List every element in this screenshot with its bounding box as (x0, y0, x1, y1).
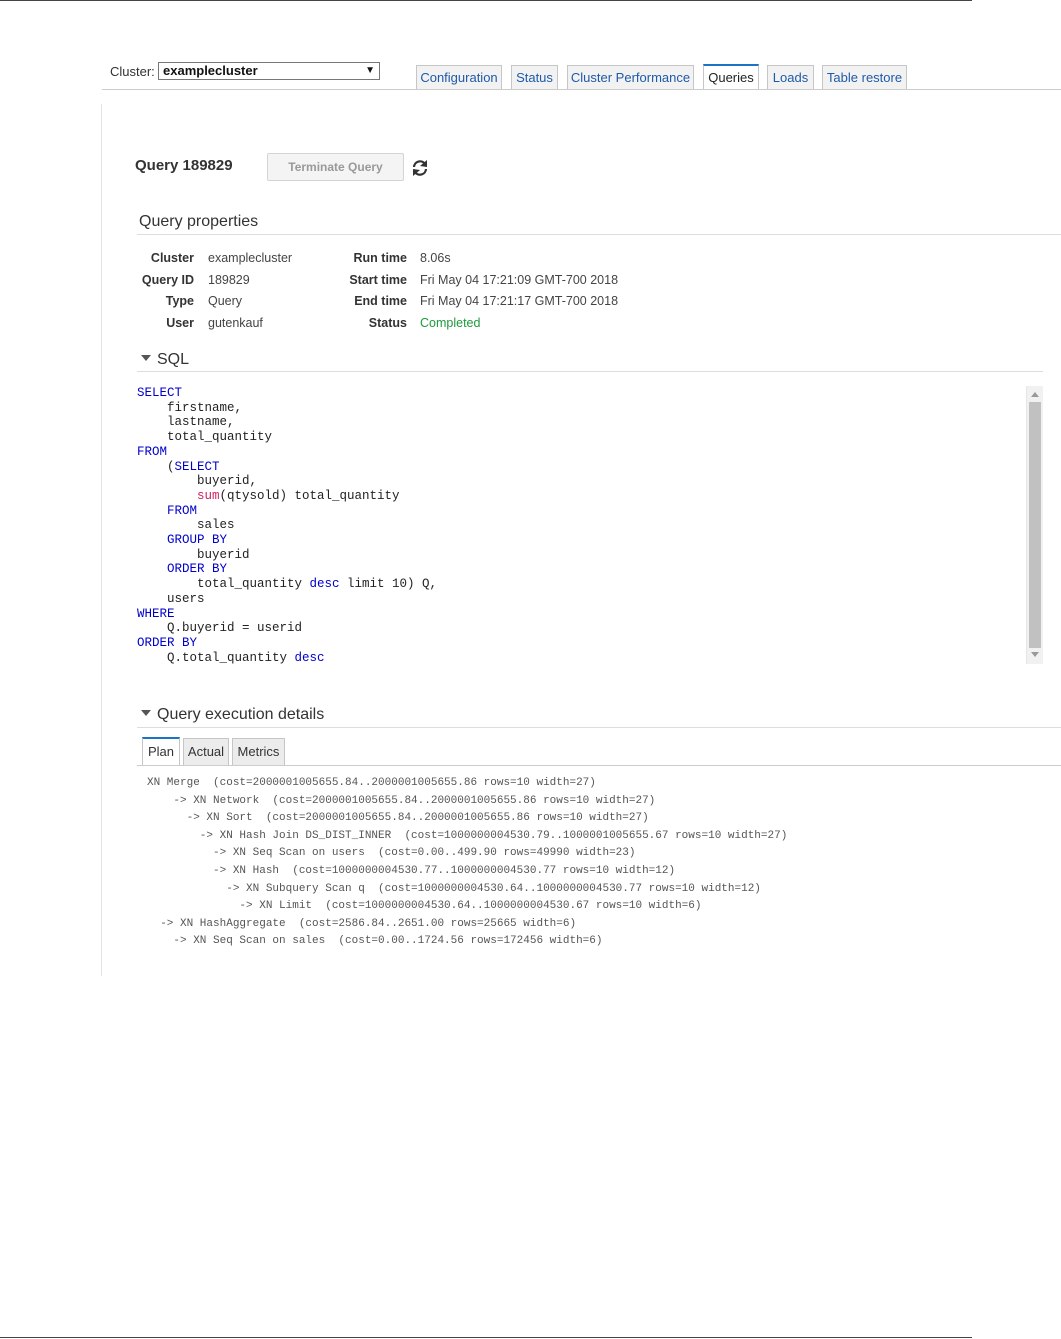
scroll-thumb[interactable] (1029, 402, 1041, 648)
prop-key: Start time (349, 273, 407, 287)
query-properties-rule (137, 234, 1061, 235)
prop-value: gutenkauf (208, 316, 263, 330)
prop-key: End time (354, 294, 407, 308)
status-completed: Completed (420, 316, 481, 330)
execution-section-toggle[interactable]: Query execution details (141, 706, 324, 724)
cluster-label: Cluster: (110, 64, 155, 79)
subtabs-underline (137, 765, 1061, 766)
tab-metrics[interactable]: Metrics (232, 738, 285, 765)
sql-section-toggle[interactable]: SQL (141, 351, 189, 369)
prop-value: Fri May 04 17:21:17 GMT-700 2018 (420, 294, 619, 308)
tab-actual[interactable]: Actual (183, 738, 229, 765)
prop-key: User (166, 316, 194, 330)
tab-queries[interactable]: Queries (703, 64, 759, 90)
cluster-select[interactable]: examplecluster ▼ (158, 62, 380, 80)
sql-keyword: GROUP BY (167, 533, 228, 548)
sql-keyword: FROM (167, 503, 198, 518)
sql-function: sum (197, 488, 220, 503)
content-left-border (101, 104, 102, 976)
query-title: Query 189829 (135, 157, 233, 174)
sql-keyword: ORDER BY (137, 635, 198, 650)
sql-keyword: WHERE (137, 606, 175, 621)
sql-keyword: desc (294, 650, 325, 665)
query-properties-heading: Query properties (139, 213, 259, 230)
prop-value: 8.06s (420, 251, 451, 265)
sql-code: SELECT firstname, lastname, total_quanti… (137, 386, 438, 665)
page-bottom-rule (0, 1337, 972, 1338)
tabs-underline (102, 89, 1061, 90)
prop-key: Type (165, 294, 194, 308)
dropdown-arrow-icon: ▼ (365, 65, 375, 76)
sql-scrollbar[interactable] (1026, 386, 1043, 664)
cluster-select-value: examplecluster (163, 63, 258, 78)
collapse-caret-icon (141, 354, 151, 361)
prop-key: Query ID (141, 273, 194, 287)
tab-status[interactable]: Status (511, 65, 558, 89)
sql-keyword: SELECT (137, 386, 183, 400)
tab-plan[interactable]: Plan (142, 737, 180, 766)
tab-loads[interactable]: Loads (767, 65, 814, 89)
prop-value: Fri May 04 17:21:09 GMT-700 2018 (420, 273, 619, 287)
prop-key: Run time (353, 251, 407, 265)
page-top-rule (0, 0, 972, 1)
prop-value: Query (208, 294, 243, 308)
prop-value: 189829 (208, 273, 250, 287)
tab-configuration[interactable]: Configuration (416, 65, 502, 89)
refresh-icon[interactable] (410, 158, 430, 178)
prop-key: Cluster (150, 251, 194, 265)
tab-table-restore[interactable]: Table restore (822, 65, 907, 89)
execution-heading: Query execution details (157, 706, 325, 723)
execution-rule (137, 727, 1061, 728)
scroll-up-arrow-icon[interactable] (1031, 392, 1039, 397)
prop-value: examplecluster (208, 251, 293, 265)
sql-code-area[interactable]: SELECT firstname, lastname, total_quanti… (137, 386, 1043, 665)
sql-heading: SQL (157, 351, 190, 368)
sql-rule (137, 371, 1043, 372)
scroll-down-arrow-icon[interactable] (1031, 652, 1039, 657)
sql-keyword: ORDER BY (167, 562, 228, 577)
prop-key: Status (368, 316, 407, 330)
query-plan: XN Merge (cost=2000001005655.84..2000001… (147, 777, 788, 948)
sql-keyword: SELECT (174, 459, 220, 474)
sql-keyword: FROM (137, 444, 168, 459)
terminate-query-button[interactable]: Terminate Query (267, 153, 404, 181)
tab-cluster-performance[interactable]: Cluster Performance (567, 65, 694, 89)
sql-keyword: desc (309, 577, 340, 592)
collapse-caret-icon (141, 709, 151, 716)
